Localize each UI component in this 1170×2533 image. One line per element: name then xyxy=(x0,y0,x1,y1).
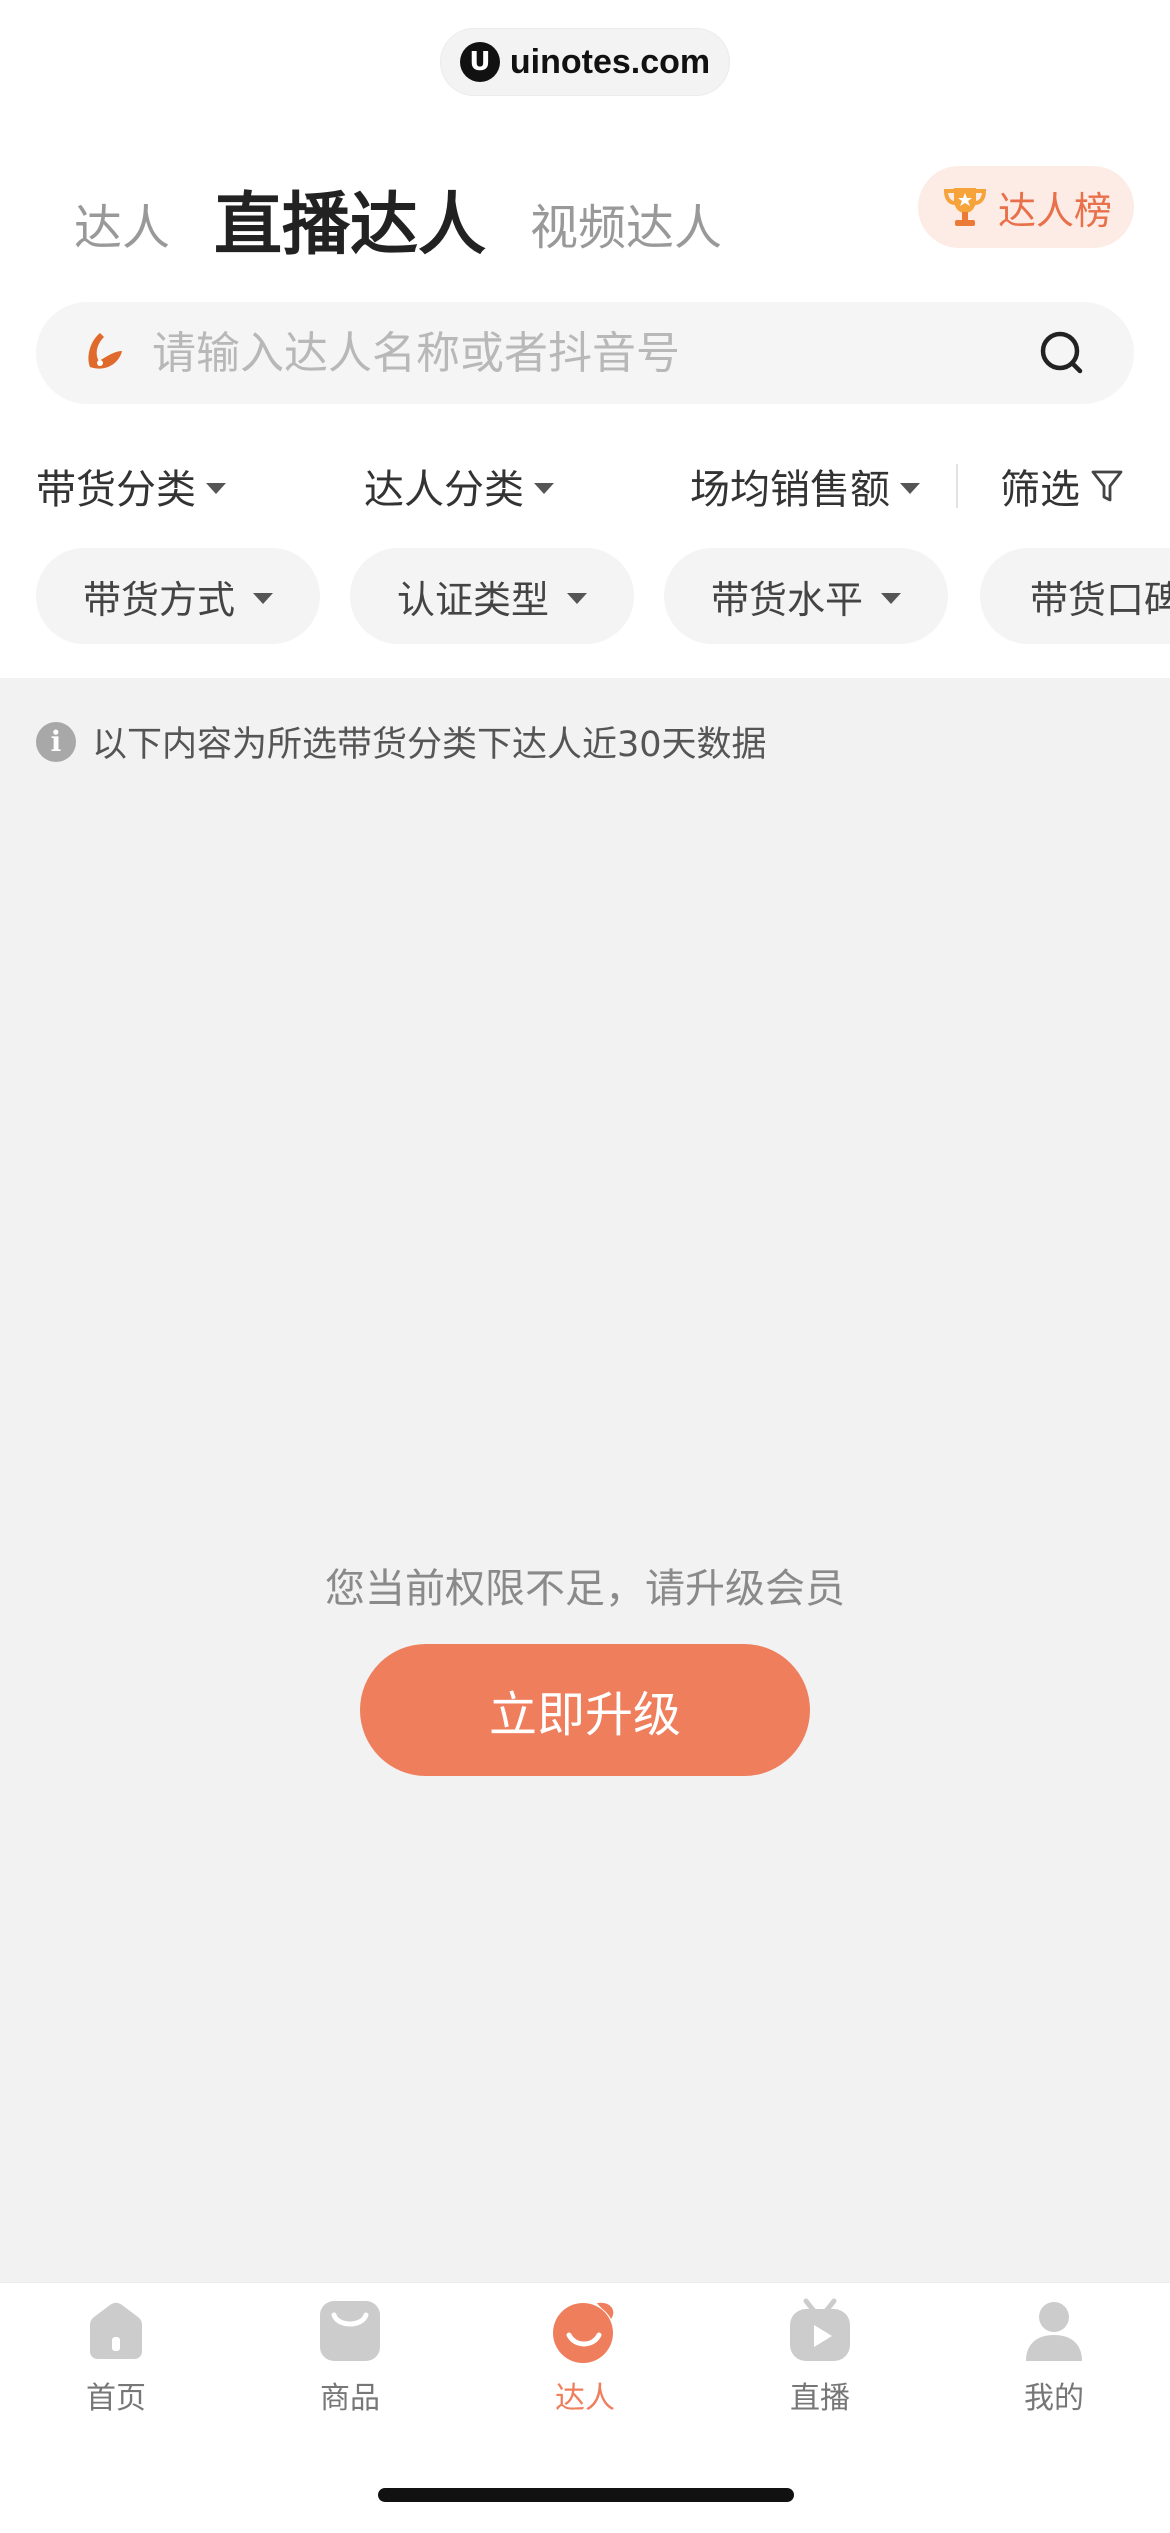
tab-bar: 达人 直播达人 视频达人 xyxy=(74,160,722,260)
filter-label: 达人分类 xyxy=(364,467,524,513)
filter-row: 带货分类 达人分类 场均销售额 筛选 xyxy=(36,456,1170,516)
tab-video-creators[interactable]: 视频达人 xyxy=(530,204,722,260)
chip-label: 带货水平 xyxy=(710,577,863,622)
chip-label: 带货方式 xyxy=(82,577,235,622)
caret-down-icon xyxy=(253,592,273,604)
nav-label: 商品 xyxy=(320,2381,380,2416)
info-icon: i xyxy=(36,721,76,762)
watermark: U uinotes.com xyxy=(440,28,730,96)
tv-play-icon xyxy=(790,2298,850,2361)
caret-down-icon xyxy=(206,482,226,494)
chip-label: 认证类型 xyxy=(396,577,549,622)
upgrade-button[interactable]: 立即升级 xyxy=(360,1644,810,1776)
caret-down-icon xyxy=(881,592,901,604)
nav-label: 达人 xyxy=(555,2381,615,2416)
nav-label: 首页 xyxy=(86,2381,146,2416)
home-icon xyxy=(90,2302,142,2359)
filter-avg-sales[interactable]: 场均销售额 xyxy=(690,456,920,516)
caret-down-icon xyxy=(567,592,587,604)
search-input[interactable] xyxy=(150,326,1034,380)
info-text: 以下内容为所选带货分类下达人近30天数据 xyxy=(92,725,767,765)
info-notice: i 以下内容为所选带货分类下达人近30天数据 xyxy=(36,716,767,767)
nav-home[interactable]: 首页 xyxy=(16,2297,216,2417)
app-logo-icon xyxy=(88,333,122,369)
filter-label: 场均销售额 xyxy=(690,467,890,513)
search-icon[interactable] xyxy=(1034,325,1090,381)
ranking-button[interactable]: 达人榜 xyxy=(918,166,1134,248)
nav-profile[interactable]: 我的 xyxy=(954,2297,1154,2417)
chip-selling-level[interactable]: 带货水平 xyxy=(664,548,948,644)
trophy-icon xyxy=(943,188,986,226)
chip-selling-method[interactable]: 带货方式 xyxy=(36,548,320,644)
filter-label: 带货分类 xyxy=(36,467,196,513)
nav-products[interactable]: 商品 xyxy=(250,2297,450,2417)
ranking-button-label: 达人榜 xyxy=(997,188,1112,233)
chip-certification-type[interactable]: 认证类型 xyxy=(350,548,634,644)
search-bar[interactable] xyxy=(36,302,1134,404)
home-indicator xyxy=(378,2488,794,2502)
funnel-icon xyxy=(1091,470,1123,502)
tab-creators[interactable]: 达人 xyxy=(74,204,170,260)
filter-label: 筛选 xyxy=(1000,467,1080,513)
user-icon xyxy=(1026,2302,1082,2361)
divider xyxy=(956,464,958,508)
chip-row: 带货方式 认证类型 带货水平 带货口碑 xyxy=(36,548,1170,644)
nav-live[interactable]: 直播 xyxy=(720,2297,920,2417)
filter-goods-category[interactable]: 带货分类 xyxy=(36,456,226,516)
chip-label: 带货口碑 xyxy=(1030,577,1170,622)
watermark-logo: U xyxy=(459,42,500,82)
caret-down-icon xyxy=(900,482,920,494)
caret-down-icon xyxy=(534,482,554,494)
nav-creators[interactable]: 达人 xyxy=(485,2297,685,2417)
permission-message: 您当前权限不足，请升级会员 xyxy=(325,1566,845,1612)
filter-screen-button[interactable]: 筛选 xyxy=(1000,456,1124,516)
tab-live-creators[interactable]: 直播达人 xyxy=(214,192,486,260)
nav-label: 我的 xyxy=(1024,2381,1084,2416)
nav-label: 直播 xyxy=(790,2381,850,2416)
creator-icon xyxy=(553,2302,614,2363)
chip-reputation[interactable]: 带货口碑 xyxy=(980,548,1170,644)
watermark-text: uinotes.com xyxy=(509,42,711,81)
bag-icon xyxy=(320,2301,380,2361)
filter-creator-category[interactable]: 达人分类 xyxy=(364,456,554,516)
